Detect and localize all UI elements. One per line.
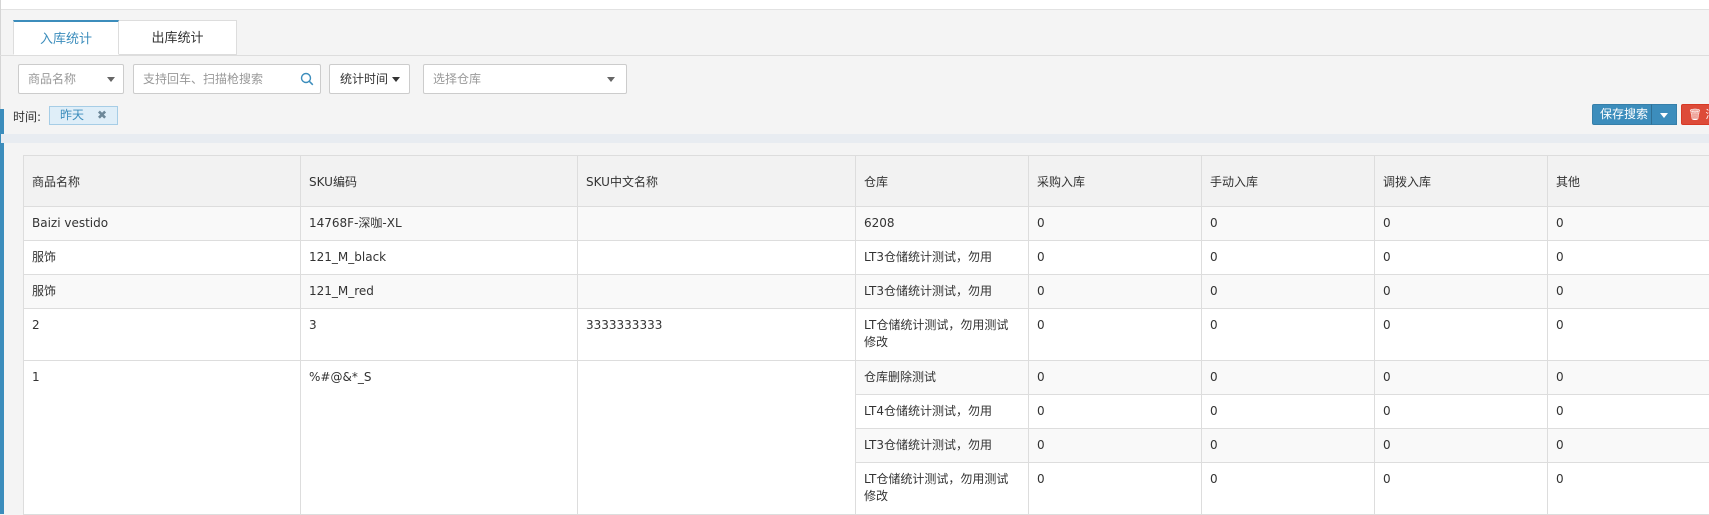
cell-transfer-in: 0 xyxy=(1375,463,1548,515)
cell-sku: 121_M_red xyxy=(301,275,578,309)
chevron-down-icon xyxy=(1660,113,1668,118)
cell-warehouse: LT4仓储统计测试，勿用 xyxy=(856,395,1029,429)
cell-manual-in: 0 xyxy=(1202,429,1375,463)
cell-purchase-in: 0 xyxy=(1029,395,1202,429)
time-filter-tag-label: 昨天 xyxy=(60,108,84,123)
cell-purchase-in: 0 xyxy=(1029,241,1202,275)
col-header-sku[interactable]: SKU编码 xyxy=(301,156,578,207)
cell-manual-in: 0 xyxy=(1202,309,1375,361)
cell-sku-cn-name xyxy=(578,361,856,515)
search-input-placeholder: 支持回车、扫描枪搜索 xyxy=(143,65,263,93)
cell-other: 0 xyxy=(1548,463,1709,515)
cell-warehouse: LT仓储统计测试，勿用测试修改 xyxy=(856,463,1029,515)
section-separator xyxy=(1,134,1709,143)
cell-manual-in: 0 xyxy=(1202,275,1375,309)
cell-sku-cn-name: 3333333333 xyxy=(578,309,856,361)
table-row: Baizi vestido 14768F-深咖-XL 6208 0 0 0 0 xyxy=(24,207,1709,241)
chevron-down-icon xyxy=(107,77,115,82)
cell-sku-cn-name xyxy=(578,241,856,275)
chevron-down-icon xyxy=(392,77,400,82)
cell-other: 0 xyxy=(1548,361,1709,395)
cell-sku: 121_M_black xyxy=(301,241,578,275)
product-field-select[interactable]: 商品名称 xyxy=(18,64,124,94)
cell-purchase-in: 0 xyxy=(1029,463,1202,515)
cell-warehouse: LT3仓储统计测试，勿用 xyxy=(856,241,1029,275)
cell-sku-cn-name xyxy=(578,275,856,309)
chevron-down-icon xyxy=(607,77,615,82)
clear-button[interactable]: 🗑 清 xyxy=(1681,104,1709,125)
search-input[interactable]: 支持回车、扫描枪搜索 xyxy=(133,64,321,94)
warehouse-select-placeholder: 选择仓库 xyxy=(433,65,481,93)
inbound-stats-table: 商品名称 SKU编码 SKU中文名称 仓库 采购入库 手动入库 调拨入库 其他 … xyxy=(23,155,1709,515)
cell-warehouse: LT3仓储统计测试，勿用 xyxy=(856,275,1029,309)
table-row: 服饰 121_M_black LT3仓储统计测试，勿用 0 0 0 0 xyxy=(24,241,1709,275)
table-header-row: 商品名称 SKU编码 SKU中文名称 仓库 采购入库 手动入库 调拨入库 其他 xyxy=(24,156,1709,207)
table-row: 服饰 121_M_red LT3仓储统计测试，勿用 0 0 0 0 xyxy=(24,275,1709,309)
cell-transfer-in: 0 xyxy=(1375,429,1548,463)
cell-purchase-in: 0 xyxy=(1029,275,1202,309)
cell-sku-cn-name xyxy=(578,207,856,241)
cell-transfer-in: 0 xyxy=(1375,309,1548,361)
cell-transfer-in: 0 xyxy=(1375,241,1548,275)
cell-manual-in: 0 xyxy=(1202,463,1375,515)
cell-purchase-in: 0 xyxy=(1029,207,1202,241)
cell-other: 0 xyxy=(1548,207,1709,241)
cell-product-name: 2 xyxy=(24,309,301,361)
save-search-label: 保存搜索 xyxy=(1600,106,1648,123)
cell-warehouse: LT3仓储统计测试，勿用 xyxy=(856,429,1029,463)
cell-transfer-in: 0 xyxy=(1375,395,1548,429)
cell-other: 0 xyxy=(1548,395,1709,429)
cell-other: 0 xyxy=(1548,275,1709,309)
cell-purchase-in: 0 xyxy=(1029,309,1202,361)
cell-sku: 3 xyxy=(301,309,578,361)
cell-manual-in: 0 xyxy=(1202,241,1375,275)
clear-button-label: 🗑 清 xyxy=(1688,106,1709,123)
table-row: 1 %#@&*_S 仓库删除测试 0 0 0 0 xyxy=(24,361,1709,395)
col-header-purchase-in[interactable]: 采购入库 xyxy=(1029,156,1202,207)
cell-transfer-in: 0 xyxy=(1375,361,1548,395)
col-header-other[interactable]: 其他 xyxy=(1548,156,1709,207)
warehouse-select[interactable]: 选择仓库 xyxy=(423,64,627,94)
tab-divider xyxy=(0,55,1709,56)
cell-sku: 14768F-深咖-XL xyxy=(301,207,578,241)
stat-time-dropdown[interactable]: 统计时间 xyxy=(329,64,410,94)
left-accent-bar xyxy=(0,109,4,514)
time-filter-label: 时间: xyxy=(13,108,41,125)
cell-manual-in: 0 xyxy=(1202,207,1375,241)
time-filter-tag: 昨天 ✖ xyxy=(49,106,118,125)
cell-purchase-in: 0 xyxy=(1029,361,1202,395)
cell-product-name: Baizi vestido xyxy=(24,207,301,241)
col-header-warehouse[interactable]: 仓库 xyxy=(856,156,1029,207)
save-search-dropdown-button[interactable] xyxy=(1651,104,1677,125)
cell-warehouse: 仓库删除测试 xyxy=(856,361,1029,395)
cell-transfer-in: 0 xyxy=(1375,207,1548,241)
product-field-select-value: 商品名称 xyxy=(28,65,76,93)
col-header-manual-in[interactable]: 手动入库 xyxy=(1202,156,1375,207)
tab-inbound-stats[interactable]: 入库统计 xyxy=(13,20,119,55)
cell-other: 0 xyxy=(1548,309,1709,361)
cell-sku: %#@&*_S xyxy=(301,361,578,515)
cell-other: 0 xyxy=(1548,429,1709,463)
search-icon[interactable] xyxy=(300,72,314,86)
cell-purchase-in: 0 xyxy=(1029,429,1202,463)
col-header-product-name[interactable]: 商品名称 xyxy=(24,156,301,207)
cell-other: 0 xyxy=(1548,241,1709,275)
cell-product-name: 服饰 xyxy=(24,241,301,275)
cell-warehouse: 6208 xyxy=(856,207,1029,241)
cell-manual-in: 0 xyxy=(1202,395,1375,429)
col-header-transfer-in[interactable]: 调拨入库 xyxy=(1375,156,1548,207)
cell-product-name: 1 xyxy=(24,361,301,515)
cell-transfer-in: 0 xyxy=(1375,275,1548,309)
col-header-sku-cn-name[interactable]: SKU中文名称 xyxy=(578,156,856,207)
cell-product-name: 服饰 xyxy=(24,275,301,309)
top-bar xyxy=(0,0,1709,10)
table-row: 2 3 3333333333 LT仓储统计测试，勿用测试修改 0 0 0 0 xyxy=(24,309,1709,361)
close-icon[interactable]: ✖ xyxy=(97,108,107,123)
cell-manual-in: 0 xyxy=(1202,361,1375,395)
stat-time-label: 统计时间 xyxy=(340,65,388,93)
tab-outbound-stats[interactable]: 出库统计 xyxy=(119,20,237,55)
cell-warehouse: LT仓储统计测试，勿用测试修改 xyxy=(856,309,1029,361)
